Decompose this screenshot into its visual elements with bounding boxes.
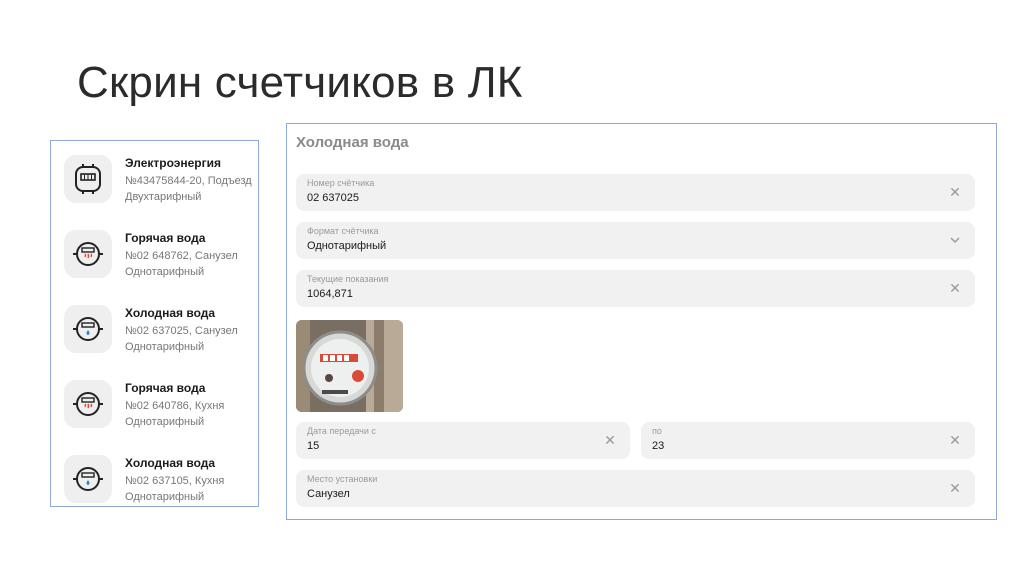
meter-number: №02 640786, Кухня	[125, 400, 225, 412]
meter-tariff: Двухтарифный	[125, 191, 202, 203]
meter-title: Горячая вода	[125, 231, 206, 245]
meter-form: Холодная вода Номер счётчика 02 637025 ✕…	[286, 123, 997, 520]
close-icon[interactable]: ✕	[947, 432, 963, 448]
field-label: Место установки	[307, 474, 378, 484]
meters-list: Электроэнергия №43475844-20, Подъезд Дву…	[50, 140, 259, 507]
meter-title: Холодная вода	[125, 456, 216, 470]
meter-number: №02 648762, Санузел	[125, 250, 238, 262]
meter-format-select[interactable]: Формат счётчика Однотарифный	[296, 222, 975, 259]
field-value: Санузел	[307, 488, 350, 500]
meter-number: №02 637025, Санузел	[125, 325, 238, 337]
meter-number-field[interactable]: Номер счётчика 02 637025 ✕	[296, 174, 975, 211]
close-icon[interactable]: ✕	[947, 480, 963, 496]
slide-title: Скрин счетчиков в ЛК	[77, 58, 523, 107]
meter-item-hot-water-1[interactable]: Горячая вода №02 648762, Санузел Однотар…	[64, 226, 254, 286]
date-to-field[interactable]: по 23 ✕	[641, 422, 975, 459]
electric-meter-icon	[64, 155, 112, 203]
reading-field[interactable]: Текущие показания 1064,871 ✕	[296, 270, 975, 307]
meter-title: Горячая вода	[125, 381, 206, 395]
meter-item-electricity[interactable]: Электроэнергия №43475844-20, Подъезд Дву…	[64, 151, 254, 211]
form-title: Холодная вода	[296, 134, 409, 151]
field-label: по	[652, 426, 662, 436]
meter-title: Электроэнергия	[125, 156, 222, 170]
field-label: Дата передачи с	[307, 426, 376, 436]
field-value: 23	[652, 440, 665, 452]
meter-title: Холодная вода	[125, 306, 216, 320]
field-value: 1064,871	[307, 288, 353, 300]
meter-photo[interactable]	[296, 320, 403, 412]
close-icon[interactable]: ✕	[602, 432, 618, 448]
meter-item-cold-water-1[interactable]: Холодная вода №02 637025, Санузел Однота…	[64, 301, 254, 361]
field-label: Формат счётчика	[307, 226, 379, 236]
field-label: Номер счётчика	[307, 178, 375, 188]
cold-water-meter-icon	[64, 455, 112, 503]
meter-tariff: Однотарифный	[125, 266, 205, 278]
date-from-field[interactable]: Дата передачи с 15 ✕	[296, 422, 630, 459]
cold-water-meter-icon	[64, 305, 112, 353]
hot-water-meter-icon	[64, 230, 112, 278]
close-icon[interactable]: ✕	[947, 280, 963, 296]
meter-number: №43475844-20, Подъезд	[125, 175, 252, 187]
meter-item-cold-water-2[interactable]: Холодная вода №02 637105, Кухня Однотари…	[64, 451, 254, 506]
chevron-down-icon[interactable]	[947, 232, 963, 248]
field-value: 02 637025	[307, 192, 359, 204]
meter-number: №02 637105, Кухня	[125, 475, 225, 487]
meter-tariff: Однотарифный	[125, 491, 205, 503]
meter-item-hot-water-2[interactable]: Горячая вода №02 640786, Кухня Однотариф…	[64, 376, 254, 436]
hot-water-meter-icon	[64, 380, 112, 428]
meter-tariff: Однотарифный	[125, 416, 205, 428]
close-icon[interactable]: ✕	[947, 184, 963, 200]
meter-tariff: Однотарифный	[125, 341, 205, 353]
field-value: Однотарифный	[307, 240, 387, 252]
field-label: Текущие показания	[307, 274, 389, 284]
field-value: 15	[307, 440, 320, 452]
location-field[interactable]: Место установки Санузел ✕	[296, 470, 975, 507]
